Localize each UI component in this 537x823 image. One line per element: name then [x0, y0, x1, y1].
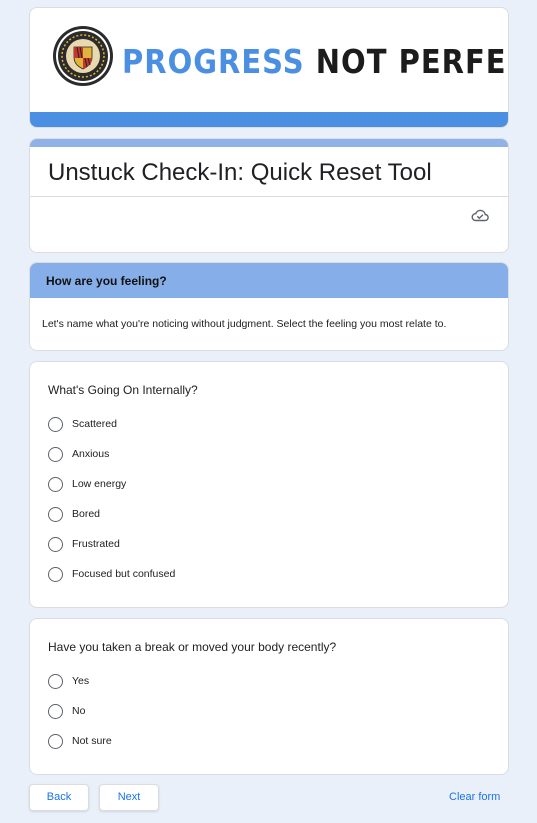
- title-divider: [30, 196, 508, 197]
- radio-option-anxious[interactable]: Anxious: [48, 446, 109, 462]
- section-description: Let's name what you're noticing without …: [42, 318, 447, 330]
- section-card: How are you feeling? Let's name what you…: [29, 262, 509, 351]
- radio-option-label: Anxious: [72, 448, 110, 460]
- question-card-break: Have you taken a break or moved your bod…: [29, 618, 509, 775]
- radio-option-low-energy[interactable]: Low energy: [48, 476, 126, 492]
- back-button[interactable]: Back: [29, 784, 89, 811]
- radio-option-frustrated[interactable]: Frustrated: [48, 536, 120, 552]
- radio-button[interactable]: [48, 506, 63, 522]
- banner-title: PROGRESS NOT PERFECTION: [122, 42, 508, 82]
- form-title: Unstuck Check-In: Quick Reset Tool: [48, 159, 432, 186]
- radio-button[interactable]: [48, 476, 63, 492]
- header-banner: PROGRESS NOT PERFECTION: [29, 7, 509, 128]
- question-title: Have you taken a break or moved your bod…: [48, 640, 337, 654]
- title-card-accent-bar: [30, 139, 508, 147]
- radio-option-focused-but-confused[interactable]: Focused but confused: [48, 566, 175, 582]
- radio-button[interactable]: [48, 733, 63, 749]
- banner-title-part2: NOT PERFECTION: [315, 42, 508, 82]
- radio-option-label: Not sure: [72, 735, 112, 747]
- radio-option-label: Bored: [72, 508, 101, 520]
- radio-option-label: Frustrated: [72, 538, 120, 550]
- radio-option-label: Low energy: [72, 478, 127, 490]
- radio-option-yes[interactable]: Yes: [48, 673, 89, 689]
- radio-option-label: Focused but confused: [72, 568, 176, 580]
- form-title-card: Unstuck Check-In: Quick Reset Tool: [29, 138, 509, 253]
- radio-button[interactable]: [48, 536, 63, 552]
- cloud-saved-icon[interactable]: [471, 208, 489, 222]
- radio-button[interactable]: [48, 446, 63, 462]
- banner-image: PROGRESS NOT PERFECTION: [30, 8, 508, 114]
- radio-option-bored[interactable]: Bored: [48, 506, 100, 522]
- radio-option-label: Yes: [72, 675, 90, 687]
- section-heading: How are you feeling?: [30, 263, 508, 298]
- radio-button[interactable]: [48, 566, 63, 582]
- clear-form-link[interactable]: Clear form: [449, 791, 500, 803]
- question-title: What's Going On Internally?: [48, 383, 198, 397]
- radio-option-label: Scattered: [72, 418, 117, 430]
- next-button[interactable]: Next: [99, 784, 159, 811]
- banner-stripe: [30, 112, 508, 127]
- county-seal-icon: [53, 26, 113, 86]
- radio-option-label: No: [72, 705, 86, 717]
- radio-option-scattered[interactable]: Scattered: [48, 416, 117, 432]
- radio-button[interactable]: [48, 703, 63, 719]
- radio-option-not-sure[interactable]: Not sure: [48, 733, 112, 749]
- radio-button[interactable]: [48, 416, 63, 432]
- banner-title-part1: PROGRESS: [122, 42, 305, 82]
- radio-button[interactable]: [48, 673, 63, 689]
- radio-option-no[interactable]: No: [48, 703, 85, 719]
- question-card-internal: What's Going On Internally? Scattered An…: [29, 361, 509, 608]
